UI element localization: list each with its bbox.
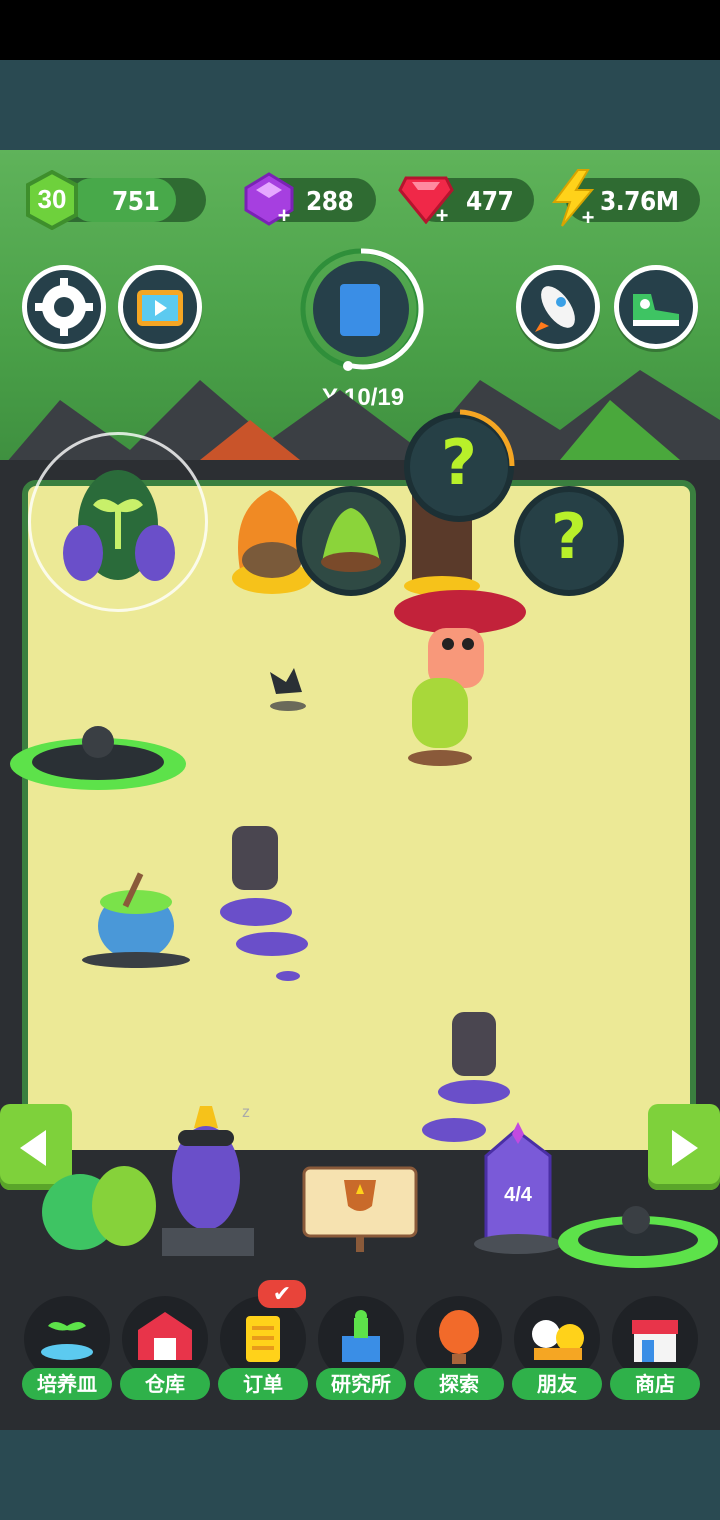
video-reward-button[interactable] [118,265,202,349]
nav-explore[interactable]: 探索 [414,1296,504,1406]
nav-label: 朋友 [512,1368,602,1400]
plus-icon: + [581,205,595,230]
nav-label: 探索 [414,1368,504,1400]
green-bush-left [38,1140,158,1252]
slime-puddle-right[interactable] [552,1198,720,1278]
small-dark-sprout[interactable] [266,664,310,712]
unknown-plant-1-progress [459,409,515,467]
slime-puddle-left[interactable] [4,716,190,800]
lightning-icon: + [548,168,598,230]
settings-button[interactable] [22,265,106,349]
unknown-plant-2[interactable]: ? [514,486,624,596]
plant-book-button[interactable] [296,244,426,374]
nav-label: 研究所 [316,1368,406,1400]
arrow-right-icon [672,1130,698,1166]
sleeping-purple-monster[interactable]: z [158,1104,258,1260]
nav-shop[interactable]: 商店 [610,1296,700,1406]
purple-goo-pipe-1[interactable] [200,826,312,986]
nav-label: 仓库 [120,1368,210,1400]
potion-cauldron[interactable] [78,856,196,968]
nav-warehouse[interactable]: 仓库 [120,1296,210,1406]
top-band [0,60,720,150]
gear-icon [35,278,93,336]
sneaker-icon [633,294,679,326]
selected-plant-ring[interactable] [28,432,208,612]
order-check-badge: ✔ [258,1280,306,1308]
status-bar [0,0,720,60]
ruby-icon: + [398,174,454,228]
nav-label: 商店 [610,1368,700,1400]
mushroom-character[interactable] [392,588,532,768]
purple-gem-icon: + [242,172,296,228]
nav-label: 订单 [218,1368,308,1400]
growing-plant-bubble[interactable] [296,486,406,596]
footer-band [0,1430,720,1520]
nav-petri-dish[interactable]: 培养皿 [22,1296,112,1406]
gem-value: 288 [306,187,354,217]
nav-label: 培养皿 [22,1368,112,1400]
sleep-z-icon: z [242,1104,250,1121]
nav-research[interactable]: 研究所 [316,1296,406,1406]
trophy-sign[interactable] [302,1166,418,1254]
scroll-right-button[interactable] [648,1104,720,1190]
energy-value: 3.76M [600,187,679,217]
nav-orders[interactable]: 订单 [218,1296,308,1406]
level-value: 30 [37,184,67,214]
level-badge: 30 [24,169,80,231]
nav-friends[interactable]: 朋友 [512,1296,602,1406]
xp-value: 751 [112,187,160,217]
sneaker-button[interactable] [614,265,698,349]
plus-icon: + [435,203,449,228]
rocket-button[interactable] [516,265,600,349]
rocket-icon [535,286,575,332]
unknown-plant-mark: ? [551,500,587,573]
leaf-bush-icon [321,508,381,572]
ruby-value: 477 [466,187,514,217]
sprout-seed-icon [63,470,175,581]
plus-icon: + [277,203,291,228]
tv-play-icon [137,290,183,326]
